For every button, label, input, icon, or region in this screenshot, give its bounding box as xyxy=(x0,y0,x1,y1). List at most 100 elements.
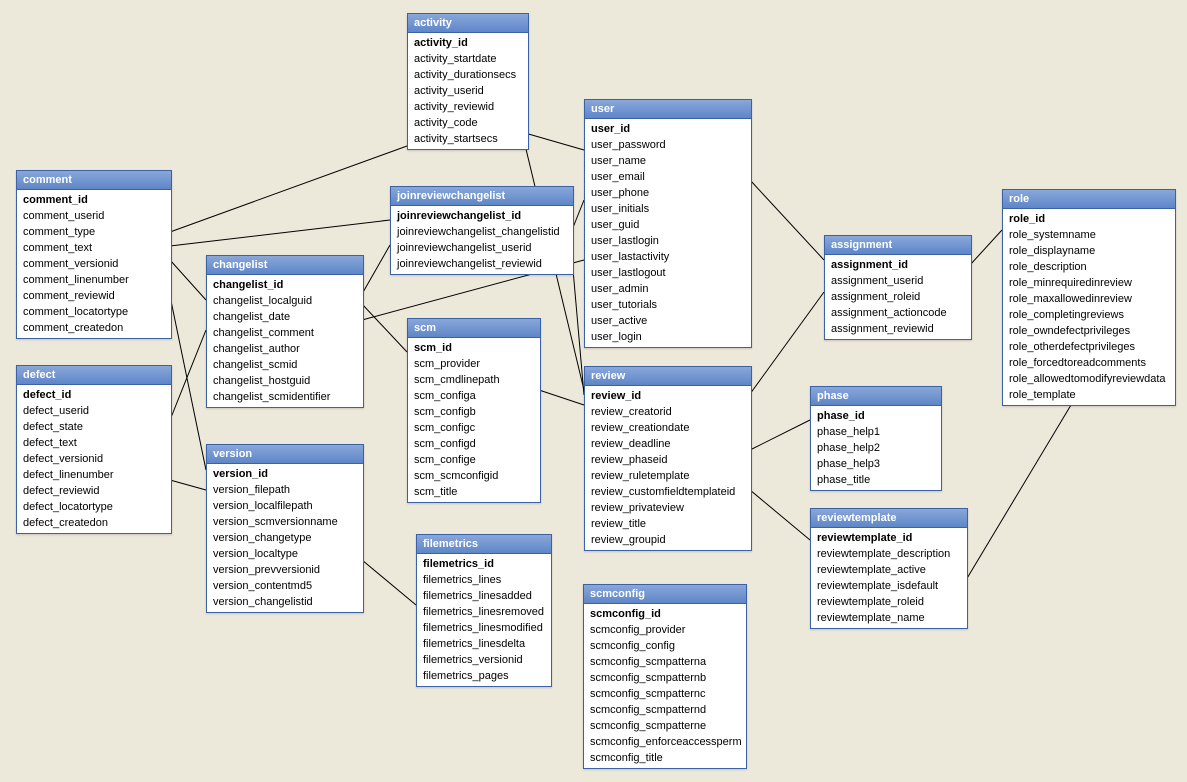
column-scmconfig_enforceaccessperm[interactable]: scmconfig_enforceaccessperm xyxy=(584,734,746,750)
table-version[interactable]: versionversion_idversion_filepathversion… xyxy=(206,444,364,613)
column-user_guid[interactable]: user_guid xyxy=(585,217,751,233)
column-changelist_comment[interactable]: changelist_comment xyxy=(207,325,363,341)
column-filemetrics_versionid[interactable]: filemetrics_versionid xyxy=(417,652,551,668)
column-changelist_date[interactable]: changelist_date xyxy=(207,309,363,325)
table-activity[interactable]: activityactivity_idactivity_startdateact… xyxy=(407,13,529,150)
table-header[interactable]: assignment xyxy=(825,236,971,255)
column-joinreviewchangelist_reviewid[interactable]: joinreviewchangelist_reviewid xyxy=(391,256,573,272)
table-header[interactable]: user xyxy=(585,100,751,119)
table-header[interactable]: activity xyxy=(408,14,528,33)
table-scmconfig[interactable]: scmconfigscmconfig_idscmconfig_providers… xyxy=(583,584,747,769)
table-review[interactable]: reviewreview_idreview_creatoridreview_cr… xyxy=(584,366,752,551)
column-assignment_userid[interactable]: assignment_userid xyxy=(825,273,971,289)
column-scmconfig_scmpatternc[interactable]: scmconfig_scmpatternc xyxy=(584,686,746,702)
column-user_password[interactable]: user_password xyxy=(585,137,751,153)
column-user_admin[interactable]: user_admin xyxy=(585,281,751,297)
column-user_id[interactable]: user_id xyxy=(585,121,751,137)
column-defect_linenumber[interactable]: defect_linenumber xyxy=(17,467,171,483)
column-scm_cmdlinepath[interactable]: scm_cmdlinepath xyxy=(408,372,540,388)
column-comment_locatortype[interactable]: comment_locatortype xyxy=(17,304,171,320)
column-scmconfig_config[interactable]: scmconfig_config xyxy=(584,638,746,654)
column-user_lastlogin[interactable]: user_lastlogin xyxy=(585,233,751,249)
column-review_groupid[interactable]: review_groupid xyxy=(585,532,751,548)
column-scm_configa[interactable]: scm_configa xyxy=(408,388,540,404)
column-changelist_scmid[interactable]: changelist_scmid xyxy=(207,357,363,373)
table-header[interactable]: role xyxy=(1003,190,1175,209)
column-reviewtemplate_isdefault[interactable]: reviewtemplate_isdefault xyxy=(811,578,967,594)
column-version_filepath[interactable]: version_filepath xyxy=(207,482,363,498)
column-reviewtemplate_id[interactable]: reviewtemplate_id xyxy=(811,530,967,546)
column-scm_scmconfigid[interactable]: scm_scmconfigid xyxy=(408,468,540,484)
column-user_active[interactable]: user_active xyxy=(585,313,751,329)
column-reviewtemplate_description[interactable]: reviewtemplate_description xyxy=(811,546,967,562)
column-activity_durationsecs[interactable]: activity_durationsecs xyxy=(408,67,528,83)
column-defect_text[interactable]: defect_text xyxy=(17,435,171,451)
column-scm_configb[interactable]: scm_configb xyxy=(408,404,540,420)
column-defect_reviewid[interactable]: defect_reviewid xyxy=(17,483,171,499)
column-review_customfieldtemplateid[interactable]: review_customfieldtemplateid xyxy=(585,484,751,500)
column-scmconfig_title[interactable]: scmconfig_title xyxy=(584,750,746,766)
table-header[interactable]: filemetrics xyxy=(417,535,551,554)
table-header[interactable]: comment xyxy=(17,171,171,190)
column-version_contentmd5[interactable]: version_contentmd5 xyxy=(207,578,363,594)
column-assignment_reviewid[interactable]: assignment_reviewid xyxy=(825,321,971,337)
column-role_completingreviews[interactable]: role_completingreviews xyxy=(1003,307,1175,323)
table-changelist[interactable]: changelistchangelist_idchangelist_localg… xyxy=(206,255,364,408)
table-header[interactable]: scm xyxy=(408,319,540,338)
column-scm_configd[interactable]: scm_configd xyxy=(408,436,540,452)
table-header[interactable]: phase xyxy=(811,387,941,406)
column-phase_help1[interactable]: phase_help1 xyxy=(811,424,941,440)
table-phase[interactable]: phasephase_idphase_help1phase_help2phase… xyxy=(810,386,942,491)
column-scmconfig_id[interactable]: scmconfig_id xyxy=(584,606,746,622)
column-comment_reviewid[interactable]: comment_reviewid xyxy=(17,288,171,304)
column-scmconfig_scmpatterna[interactable]: scmconfig_scmpatterna xyxy=(584,654,746,670)
column-defect_createdon[interactable]: defect_createdon xyxy=(17,515,171,531)
column-role_systemname[interactable]: role_systemname xyxy=(1003,227,1175,243)
column-review_deadline[interactable]: review_deadline xyxy=(585,436,751,452)
column-review_creatorid[interactable]: review_creatorid xyxy=(585,404,751,420)
column-joinreviewchangelist_userid[interactable]: joinreviewchangelist_userid xyxy=(391,240,573,256)
table-filemetrics[interactable]: filemetrics filemetrics_id filemetrics_lin… xyxy=(416,534,552,687)
column-version_localfilepath[interactable]: version_localfilepath xyxy=(207,498,363,514)
column-defect_id[interactable]: defect_id xyxy=(17,387,171,403)
column-version_prevversionid[interactable]: version_prevversionid xyxy=(207,562,363,578)
column-assignment_roleid[interactable]: assignment_roleid xyxy=(825,289,971,305)
column-filemetrics_id[interactable]: filemetrics_id xyxy=(417,556,551,572)
column-defect_userid[interactable]: defect_userid xyxy=(17,403,171,419)
column-activity_code[interactable]: activity_code xyxy=(408,115,528,131)
column-role_id[interactable]: role_id xyxy=(1003,211,1175,227)
table-header[interactable]: changelist xyxy=(207,256,363,275)
column-role_otherdefectprivileges[interactable]: role_otherdefectprivileges xyxy=(1003,339,1175,355)
column-filemetrics_pages[interactable]: filemetrics_pages xyxy=(417,668,551,684)
column-scmconfig_scmpatternd[interactable]: scmconfig_scmpatternd xyxy=(584,702,746,718)
column-filemetrics_linesremoved[interactable]: filemetrics_linesremoved xyxy=(417,604,551,620)
column-review_title[interactable]: review_title xyxy=(585,516,751,532)
table-user[interactable]: useruser_iduser_passworduser_nameuser_em… xyxy=(584,99,752,348)
column-role_forcedtoreadcomments[interactable]: role_forcedtoreadcomments xyxy=(1003,355,1175,371)
column-changelist_hostguid[interactable]: changelist_hostguid xyxy=(207,373,363,389)
column-comment_versionid[interactable]: comment_versionid xyxy=(17,256,171,272)
table-comment[interactable]: commentcomment_idcomment_useridcomment_t… xyxy=(16,170,172,339)
column-version_changetype[interactable]: version_changetype xyxy=(207,530,363,546)
column-version_localtype[interactable]: version_localtype xyxy=(207,546,363,562)
column-review_phaseid[interactable]: review_phaseid xyxy=(585,452,751,468)
column-changelist_author[interactable]: changelist_author xyxy=(207,341,363,357)
column-filemetrics_linesadded[interactable]: filemetrics_linesadded xyxy=(417,588,551,604)
column-activity_reviewid[interactable]: activity_reviewid xyxy=(408,99,528,115)
column-role_minrequiredinreview[interactable]: role_minrequiredinreview xyxy=(1003,275,1175,291)
column-role_template[interactable]: role_template xyxy=(1003,387,1175,403)
column-changelist_scmidentifier[interactable]: changelist_scmidentifier xyxy=(207,389,363,405)
column-comment_linenumber[interactable]: comment_linenumber xyxy=(17,272,171,288)
column-user_login[interactable]: user_login xyxy=(585,329,751,345)
column-activity_id[interactable]: activity_id xyxy=(408,35,528,51)
table-header[interactable]: joinreviewchangelist xyxy=(391,187,573,206)
column-comment_type[interactable]: comment_type xyxy=(17,224,171,240)
column-role_description[interactable]: role_description xyxy=(1003,259,1175,275)
table-header[interactable]: scmconfig xyxy=(584,585,746,604)
column-reviewtemplate_active[interactable]: reviewtemplate_active xyxy=(811,562,967,578)
column-changelist_id[interactable]: changelist_id xyxy=(207,277,363,293)
column-activity_startdate[interactable]: activity_startdate xyxy=(408,51,528,67)
column-activity_startsecs[interactable]: activity_startsecs xyxy=(408,131,528,147)
column-comment_userid[interactable]: comment_userid xyxy=(17,208,171,224)
column-filemetrics_linesdelta[interactable]: filemetrics_linesdelta xyxy=(417,636,551,652)
